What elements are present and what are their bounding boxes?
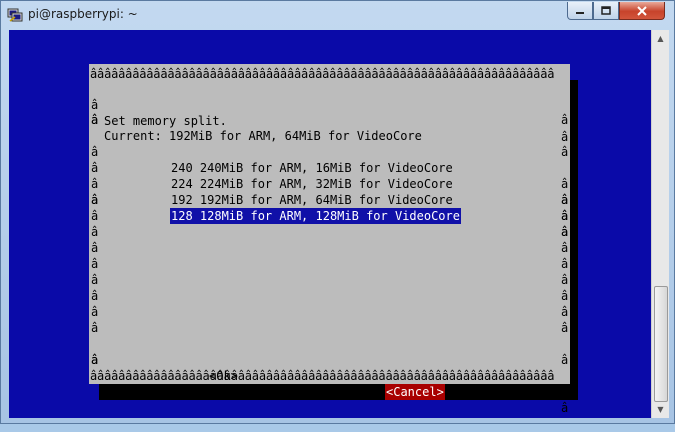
dialog-border-right: â (561, 225, 569, 239)
dialog-side-row: ââ (89, 288, 570, 304)
dialog-border-left: â (91, 321, 99, 335)
dialog-border-right: â (561, 241, 569, 255)
dialog-line-title: â Set memory split. â (89, 81, 570, 144)
dialog-line-current: â Current: 192MiB for ARM, 64MiB for Vid… (89, 96, 570, 159)
dialog-border-left: â (91, 225, 99, 239)
dialog-border-right: â (561, 273, 569, 287)
cancel-button[interactable]: <Cancel> (385, 384, 445, 400)
button-row: â <Ok> <Cancel> â (89, 336, 570, 415)
dialog-border-left: â (91, 257, 99, 271)
minimize-icon (576, 11, 584, 14)
option-row: â 128 128MiB for ARM, 128MiB for VideoCo… (89, 176, 570, 239)
title-bar[interactable]: pi@raspberrypi: ~ (1, 1, 674, 29)
dialog-border-left: â (91, 353, 99, 367)
dialog-border-bottom: ââââââââââââââââââââââââââââââââââââââââ… (90, 369, 555, 383)
dialog-border-right: â (561, 113, 569, 127)
dialog-border-left: â (91, 289, 99, 303)
maximize-button[interactable] (593, 2, 619, 20)
dialog-border-right: â (561, 321, 569, 335)
arrow-down-icon[interactable]: ▼ (652, 401, 669, 418)
dialog-side-row: ââ (89, 208, 570, 224)
dialog-border-right: â (561, 401, 569, 415)
dialog-border-right: â (561, 289, 569, 303)
dialog-border-left: â (91, 209, 99, 223)
dialog-border-left: â (91, 273, 99, 287)
minimize-button[interactable] (567, 2, 593, 20)
option-row: â 192 192MiB for ARM, 64MiB for VideoCor… (89, 160, 570, 223)
putty-window: pi@raspberrypi: ~ ▲ ▼ ââââââââââââââââââ… (0, 0, 675, 424)
dialog-border-top: ââââââââââââââââââââââââââââââââââââââââ… (90, 67, 555, 81)
arrow-up-icon[interactable]: ▲ (652, 30, 669, 47)
option-row: â 224 224MiB for ARM, 32MiB for VideoCor… (89, 144, 570, 207)
dialog-border-right: â (561, 257, 569, 271)
dialog-border-left: â (91, 241, 99, 255)
dialog-side-row: ââ (89, 304, 570, 320)
dialog-side-row: ââ (89, 112, 570, 128)
dialog-side-row: ââ (89, 256, 570, 272)
close-button[interactable] (619, 2, 665, 20)
maximize-icon (601, 6, 611, 15)
memory-split-dialog: ââââââââââââââââââââââââââââââââââââââââ… (89, 64, 570, 415)
dialog-border-left: â (91, 193, 99, 207)
dialog-side-row: ââ (89, 320, 570, 336)
dialog-side-row: ââ (89, 224, 570, 240)
dialog-side-row: ââ (89, 272, 570, 288)
putty-icon[interactable] (7, 7, 23, 23)
close-icon (637, 5, 647, 16)
window-title: pi@raspberrypi: ~ (28, 7, 138, 21)
dialog-border-right: â (561, 193, 569, 207)
option-row: â 240 240MiB for ARM, 16MiB for VideoCor… (89, 128, 570, 191)
dialog-border-right: â (561, 353, 569, 367)
dialog-side-row: ââ (89, 192, 570, 208)
dialog-side-row: ââ (89, 352, 570, 368)
dialog-border-left: â (91, 113, 99, 127)
dialog-border-right: â (561, 305, 569, 319)
dialog-border-right: â (561, 209, 569, 223)
dialog-side-row: ââ (89, 240, 570, 256)
vertical-scrollbar[interactable]: ▲ ▼ (651, 30, 669, 418)
dialog-border-left: â (91, 305, 99, 319)
scrollbar-thumb[interactable] (654, 286, 668, 402)
